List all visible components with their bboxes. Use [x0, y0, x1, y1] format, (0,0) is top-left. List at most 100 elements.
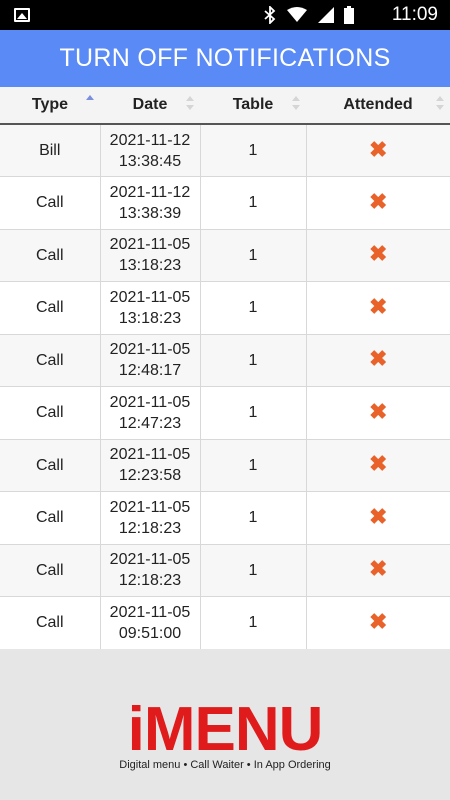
imenu-logo: iMENU [127, 695, 324, 764]
header-label: Attended [343, 96, 413, 113]
sort-asc-icon [86, 95, 94, 109]
not-attended-icon[interactable]: ✖ [369, 137, 387, 162]
cell-type: Call [0, 543, 101, 597]
column-header-attended[interactable]: Attended [306, 87, 450, 125]
cell-type: Call [0, 281, 101, 335]
cell-table: 1 [199, 123, 307, 177]
not-attended-icon[interactable]: ✖ [369, 609, 387, 634]
footer: iMENU Digital menu • Call Waiter • In Ap… [0, 649, 450, 800]
sort-icon [292, 96, 300, 110]
not-attended-icon[interactable]: ✖ [369, 556, 387, 581]
date-value: 2021-11-12 [109, 183, 191, 201]
cell-attended: ✖ [305, 123, 450, 177]
cell-attended: ✖ [305, 228, 450, 282]
date-value: 2021-11-05 [109, 446, 191, 464]
table-row[interactable]: Bill 2021-11-12 13:38:45 1 ✖ [0, 123, 450, 177]
sort-icon [436, 96, 444, 110]
table-number: 1 [248, 561, 258, 579]
cell-date: 2021-11-05 09:51:00 [99, 596, 201, 650]
table-header-row: Type Date Table Attended [0, 87, 450, 125]
cell-date: 2021-11-05 12:18:23 [99, 543, 201, 597]
date-value: 2021-11-05 [109, 603, 191, 621]
cell-table: 1 [199, 281, 307, 335]
type-value: Bill [39, 142, 61, 159]
type-value: Call [35, 561, 64, 579]
not-attended-icon[interactable]: ✖ [369, 294, 387, 319]
type-value: Call [35, 509, 64, 527]
title-label: TURN OFF NOTIFICATIONS [59, 44, 391, 72]
cell-type: Call [0, 386, 101, 440]
cell-date: 2021-11-05 12:48:17 [99, 333, 201, 387]
table-number: 1 [248, 299, 258, 317]
type-value: Call [35, 246, 64, 264]
cell-type: Call [0, 176, 101, 230]
not-attended-icon[interactable]: ✖ [369, 451, 387, 476]
time-value: 13:38:39 [118, 204, 182, 222]
type-value: Call [35, 404, 64, 422]
cell-attended: ✖ [305, 491, 450, 545]
cell-type: Call [0, 228, 101, 282]
cell-attended: ✖ [305, 438, 450, 492]
column-header-table[interactable]: Table [200, 87, 306, 125]
time-value: 12:23:58 [118, 467, 182, 485]
cell-table: 1 [199, 228, 307, 282]
cell-type: Call [0, 333, 101, 387]
type-value: Call [35, 614, 64, 632]
time-value: 12:48:17 [118, 362, 182, 380]
cell-type: Call [0, 596, 101, 650]
turn-off-notifications-button[interactable]: TURN OFF NOTIFICATIONS [0, 30, 450, 87]
table-row[interactable]: Call 2021-11-05 09:51:00 1 ✖ [0, 596, 450, 650]
table-row[interactable]: Call 2021-11-05 13:18:23 1 ✖ [0, 281, 450, 335]
cell-table: 1 [199, 543, 307, 597]
date-value: 2021-11-05 [109, 498, 191, 516]
header-label: Date [132, 96, 168, 113]
table-row[interactable]: Call 2021-11-05 12:48:17 1 ✖ [0, 333, 450, 387]
not-attended-icon[interactable]: ✖ [369, 241, 387, 266]
battery-icon [344, 6, 354, 24]
cell-table: 1 [199, 176, 307, 230]
cell-date: 2021-11-05 12:47:23 [99, 386, 201, 440]
column-header-type[interactable]: Type [0, 87, 100, 125]
table-number: 1 [248, 404, 258, 422]
time-value: 13:18:23 [118, 257, 182, 275]
not-attended-icon[interactable]: ✖ [369, 399, 387, 424]
type-value: Call [35, 456, 64, 474]
cell-table: 1 [199, 596, 307, 650]
table-number: 1 [248, 614, 258, 632]
cell-date: 2021-11-05 13:18:23 [99, 281, 201, 335]
table-row[interactable]: Call 2021-11-05 12:18:23 1 ✖ [0, 543, 450, 597]
cell-date: 2021-11-05 13:18:23 [99, 228, 201, 282]
not-attended-icon[interactable]: ✖ [369, 189, 387, 214]
date-value: 2021-11-05 [109, 288, 191, 306]
time-value: 13:38:45 [118, 152, 182, 170]
tagline: Digital menu • Call Waiter • In App Orde… [119, 759, 331, 771]
table-number: 1 [248, 351, 258, 369]
table-row[interactable]: Call 2021-11-05 13:18:23 1 ✖ [0, 228, 450, 282]
table-row[interactable]: Call 2021-11-05 12:23:58 1 ✖ [0, 438, 450, 492]
cell-type: Call [0, 438, 101, 492]
table-number: 1 [248, 142, 258, 159]
table-row[interactable]: Call 2021-11-12 13:38:39 1 ✖ [0, 176, 450, 230]
cell-table: 1 [199, 386, 307, 440]
not-attended-icon[interactable]: ✖ [369, 346, 387, 371]
type-value: Call [35, 351, 64, 369]
cell-attended: ✖ [305, 543, 450, 597]
table-number: 1 [248, 194, 258, 212]
time-value: 12:18:23 [118, 519, 182, 537]
time-value: 13:18:23 [118, 309, 182, 327]
cell-date: 2021-11-12 13:38:45 [99, 123, 201, 177]
wifi-icon [287, 7, 307, 22]
cell-attended: ✖ [305, 596, 450, 650]
type-value: Call [35, 194, 64, 212]
cell-table: 1 [199, 333, 307, 387]
cell-date: 2021-11-05 12:23:58 [99, 438, 201, 492]
table-row[interactable]: Call 2021-11-05 12:18:23 1 ✖ [0, 491, 450, 545]
sort-icon [186, 96, 194, 110]
date-value: 2021-11-05 [109, 393, 191, 411]
table-row[interactable]: Call 2021-11-05 12:47:23 1 ✖ [0, 386, 450, 440]
column-header-date[interactable]: Date [100, 87, 200, 125]
header-label: Table [232, 96, 274, 113]
not-attended-icon[interactable]: ✖ [369, 504, 387, 529]
cell-attended: ✖ [305, 176, 450, 230]
table-number: 1 [248, 509, 258, 527]
